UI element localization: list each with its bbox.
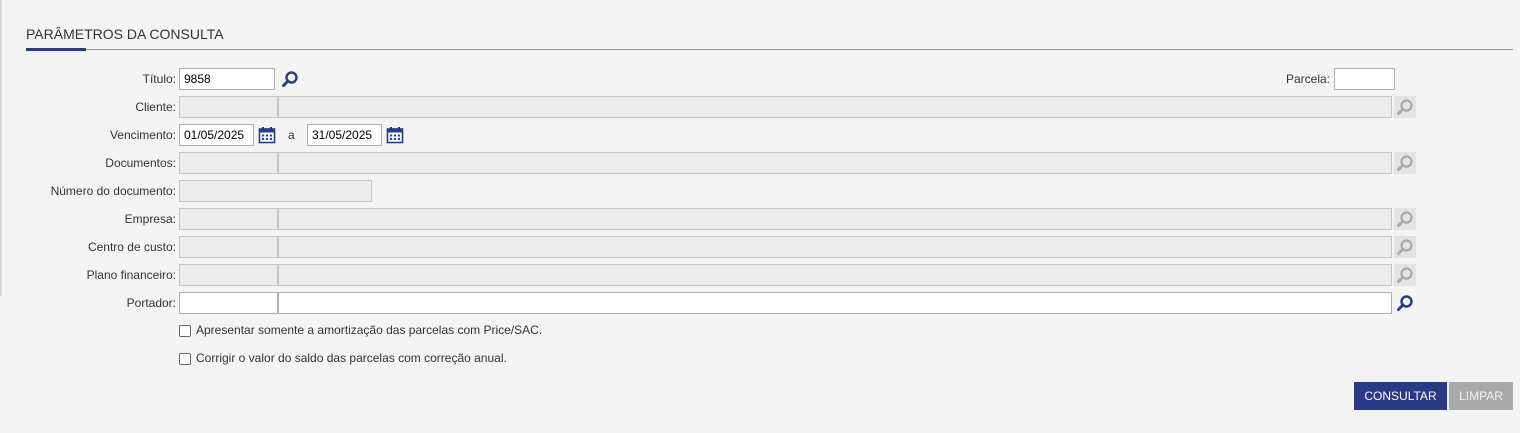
cliente-label: Cliente: (135, 100, 176, 114)
correcao-anual-checkbox[interactable] (179, 353, 191, 365)
section-title-underline (26, 49, 1513, 50)
cliente-code-input (179, 96, 278, 118)
vencimento-to-calendar-icon[interactable] (386, 126, 404, 144)
cliente-description-input (278, 96, 1392, 118)
price-sac-checkbox-label[interactable]: Apresentar somente a amortização das par… (196, 323, 542, 337)
centro-custo-search-icon (1394, 236, 1416, 258)
documentos-label: Documentos: (105, 156, 176, 170)
titulo-search-icon[interactable] (279, 68, 301, 90)
plano-financeiro-search-icon (1394, 264, 1416, 286)
portador-description-input[interactable] (278, 292, 1392, 314)
cliente-search-icon (1394, 96, 1416, 118)
empresa-label: Empresa: (124, 212, 176, 226)
centro-custo-description-input (278, 236, 1392, 258)
centro-custo-label: Centro de custo: (87, 240, 176, 254)
left-edge-divider (0, 0, 2, 296)
correcao-anual-checkbox-label[interactable]: Corrigir o valor do saldo das parcelas c… (196, 351, 507, 365)
portador-code-input[interactable] (179, 292, 278, 314)
portador-search-icon[interactable] (1394, 292, 1416, 314)
section-title: PARÂMETROS DA CONSULTA (26, 26, 224, 42)
vencimento-from-calendar-icon[interactable] (258, 126, 276, 144)
plano-financeiro-description-input (278, 264, 1392, 286)
limpar-button[interactable]: LIMPAR (1449, 382, 1513, 410)
documentos-description-input (278, 152, 1392, 174)
vencimento-to-input[interactable] (307, 124, 382, 146)
numero-documento-label: Número do documento: (50, 184, 176, 198)
numero-documento-input (179, 180, 372, 202)
empresa-description-input (278, 208, 1392, 230)
titulo-label: Título: (142, 72, 176, 86)
vencimento-from-input[interactable] (179, 124, 254, 146)
vencimento-separator: a (288, 128, 295, 142)
parcela-input[interactable] (1334, 68, 1395, 90)
consultar-button[interactable]: CONSULTAR (1354, 382, 1447, 410)
plano-financeiro-code-input (179, 264, 278, 286)
documentos-search-icon (1394, 152, 1416, 174)
parcela-label: Parcela: (1285, 72, 1330, 86)
plano-financeiro-label: Plano financeiro: (86, 268, 176, 282)
centro-custo-code-input (179, 236, 278, 258)
empresa-code-input (179, 208, 278, 230)
titulo-input[interactable] (179, 68, 275, 90)
vencimento-label: Vencimento: (109, 128, 176, 142)
section-title-accent (26, 48, 86, 51)
portador-label: Portador: (126, 296, 176, 310)
price-sac-checkbox[interactable] (179, 325, 191, 337)
empresa-search-icon (1394, 208, 1416, 230)
documentos-code-input (179, 152, 278, 174)
